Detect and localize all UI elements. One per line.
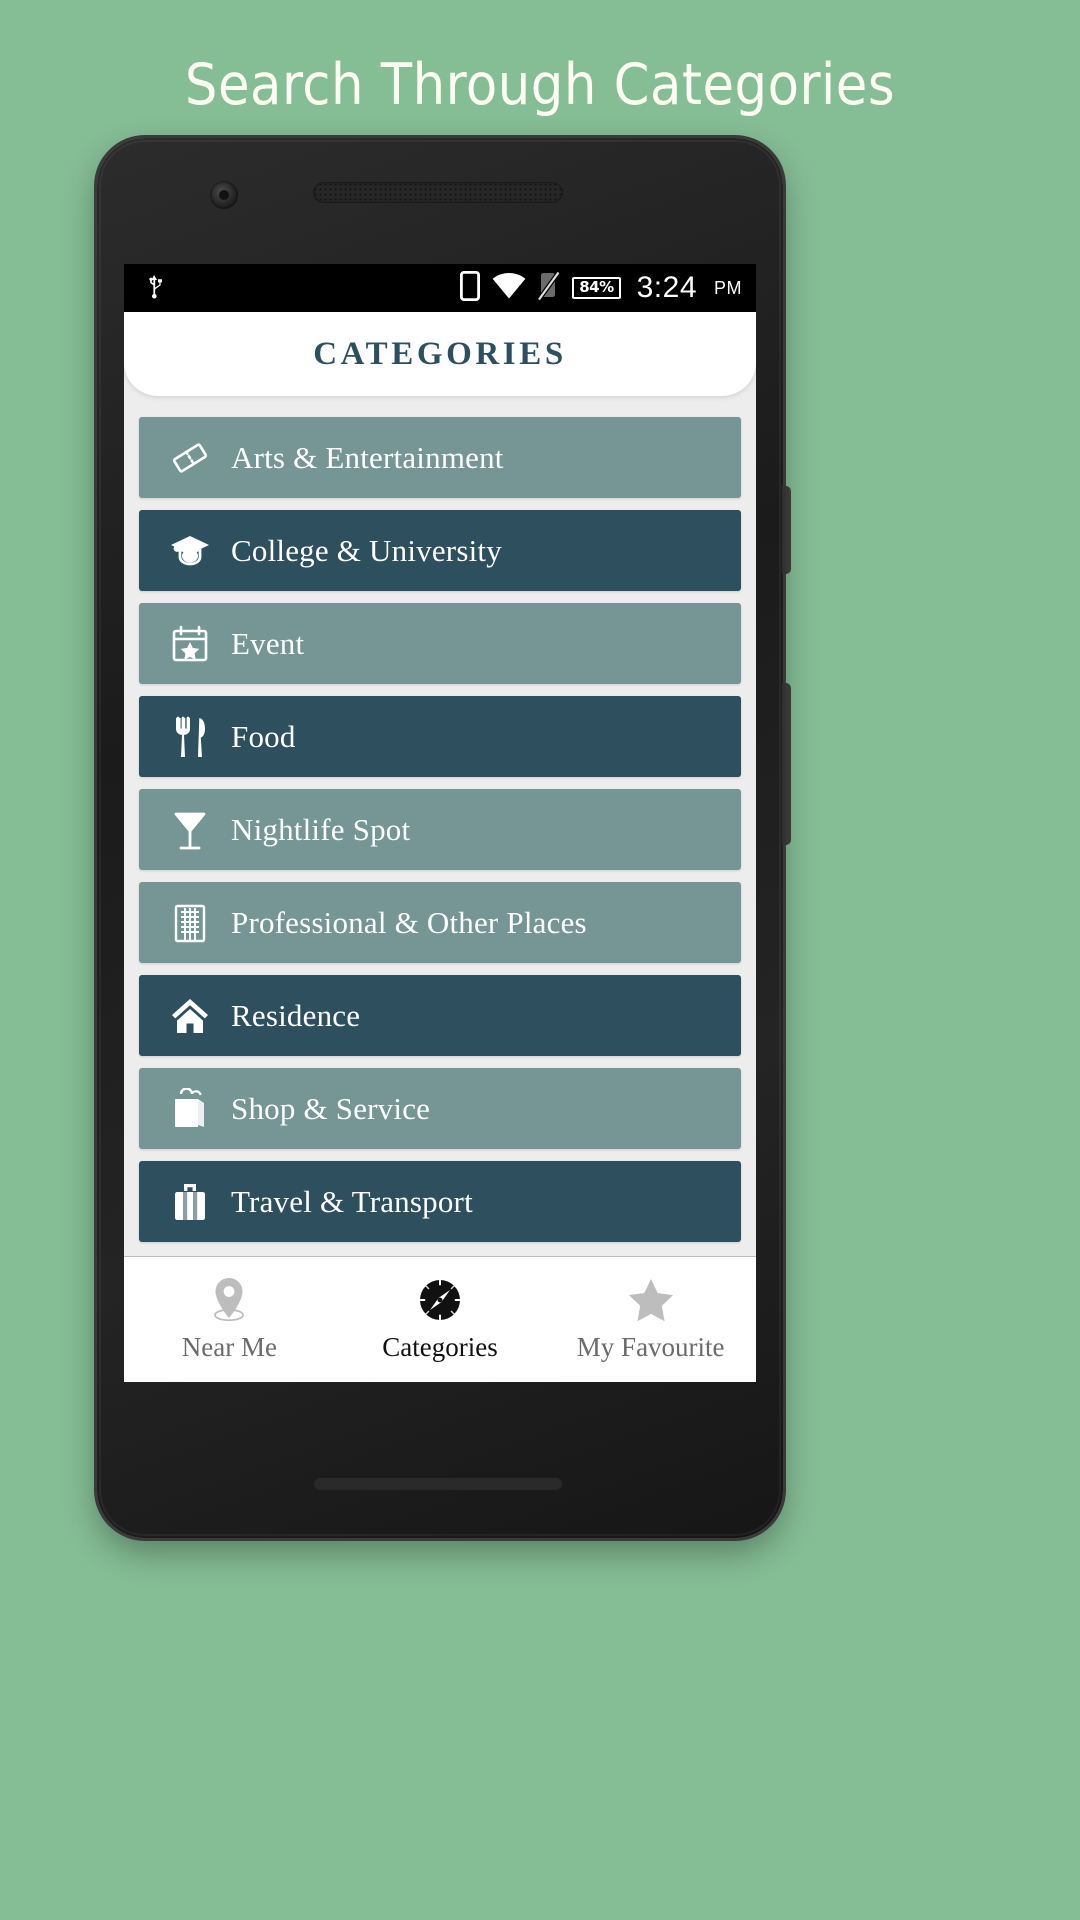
power-button[interactable] (782, 486, 791, 574)
category-label: Travel & Transport (231, 1183, 473, 1219)
category-row[interactable]: Residence (139, 975, 741, 1056)
status-bar-left (144, 273, 166, 304)
category-row[interactable]: Event (139, 603, 741, 684)
compass-icon (417, 1277, 463, 1325)
fork-knife-icon (159, 716, 221, 758)
bottom-nav-label: Categories (382, 1331, 498, 1362)
shopping-bag-icon (159, 1087, 221, 1130)
phone-screen: 84% 3:24 PM CATEGORIES Arts & Entertainm… (124, 264, 756, 1382)
usb-icon (144, 273, 166, 304)
category-row[interactable]: Travel & Transport (139, 1161, 741, 1242)
status-bar-clock: 3:24 (636, 271, 697, 304)
category-row[interactable]: College & University (139, 510, 741, 591)
home-icon (159, 997, 221, 1035)
category-label: Professional & Other Places (231, 904, 587, 940)
map-pin-icon (206, 1277, 252, 1325)
category-row[interactable]: Arts & Entertainment (139, 417, 741, 498)
promo-headline: Search Through Categories (184, 52, 896, 118)
wifi-icon (492, 272, 526, 304)
category-label: College & University (231, 532, 502, 568)
category-row[interactable]: Shop & Service (139, 1068, 741, 1149)
category-label: Shop & Service (231, 1090, 431, 1126)
bottom-navigation-bar: Near Me Categories My Favourite (124, 1256, 756, 1382)
device-icon (460, 270, 481, 306)
earpiece-speaker (313, 182, 563, 203)
suitcase-icon (159, 1181, 221, 1223)
status-bar-meridiem: PM (714, 277, 742, 298)
category-row[interactable]: Food (139, 696, 741, 777)
volume-button[interactable] (782, 683, 791, 845)
page-title: CATEGORIES (313, 335, 567, 372)
bottom-speaker-grille (313, 1476, 563, 1490)
category-label: Food (231, 718, 296, 754)
graduation-cap-icon (159, 531, 221, 571)
cellular-signal-off-icon (537, 270, 561, 306)
bottom-nav-label: My Favourite (576, 1331, 725, 1362)
category-list[interactable]: Arts & Entertainment College & University… (124, 396, 756, 1256)
office-building-icon (159, 902, 221, 944)
bottom-nav-label: Near Me (181, 1331, 277, 1362)
category-label: Event (231, 625, 305, 661)
bottom-nav-item-categories[interactable]: Categories (335, 1277, 546, 1363)
ticket-icon (159, 438, 221, 478)
category-row[interactable]: Professional & Other Places (139, 882, 741, 963)
bottom-nav-item-my-favourite[interactable]: My Favourite (545, 1277, 756, 1363)
phone-device-frame: 84% 3:24 PM CATEGORIES Arts & Entertainm… (97, 138, 791, 1538)
category-row[interactable]: Nightlife Spot (139, 789, 741, 870)
category-label: Arts & Entertainment (231, 439, 504, 475)
bottom-nav-item-near-me[interactable]: Near Me (124, 1277, 335, 1363)
calendar-star-icon (159, 624, 221, 664)
status-bar: 84% 3:24 PM (124, 264, 756, 312)
status-bar-right: 84% 3:24 PM (460, 270, 742, 306)
front-camera-icon (210, 181, 238, 209)
cocktail-glass-icon (159, 809, 221, 851)
star-icon (627, 1277, 675, 1325)
battery-status-badge: 84% (572, 277, 621, 299)
category-label: Nightlife Spot (231, 811, 411, 847)
category-label: Residence (231, 997, 361, 1033)
app-bar: CATEGORIES (124, 312, 756, 396)
